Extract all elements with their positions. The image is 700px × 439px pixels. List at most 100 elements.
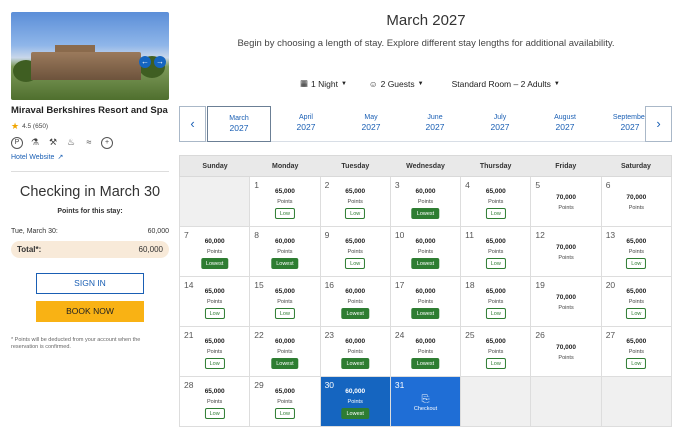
lowest-badge: Lowest <box>411 208 440 219</box>
day-cell[interactable]: 3 60,000 Points Lowest <box>390 177 462 227</box>
month-tab[interactable]: June 2027 <box>403 106 467 142</box>
month-tab[interactable]: March 2027 <box>207 106 271 142</box>
points-label: Points <box>347 349 363 355</box>
day-number: 31 <box>394 380 405 390</box>
prev-month-chevron-icon[interactable]: ‹ <box>179 106 206 142</box>
weekday-label: Tuesday <box>341 163 370 170</box>
month-tab[interactable]: August 2027 <box>533 106 597 142</box>
day-cell[interactable]: 8 60,000 Points Lowest <box>250 227 321 277</box>
day-points: 65,000 <box>626 238 647 245</box>
stay-filters: ▦ 1 Night ▼ ☺ 2 Guests ▼ Standard Room –… <box>300 78 560 89</box>
star-icon: ★ <box>11 121 20 131</box>
day-points: 65,000 <box>345 188 366 195</box>
checkout-marker: ⎘ Checkout <box>391 394 460 412</box>
day-cell[interactable]: 10 60,000 Points Lowest <box>390 227 462 277</box>
day-cell[interactable]: 1 65,000 Points Low <box>250 177 321 227</box>
checkout-day-cell[interactable]: 31 ⎘ Checkout <box>390 377 462 427</box>
points-label: Points <box>277 349 293 355</box>
day-points: 65,000 <box>485 188 506 195</box>
day-cell[interactable]: 28 65,000 Points Low <box>180 377 251 427</box>
sign-in-button[interactable]: SIGN IN <box>36 273 144 294</box>
photo-next-icon[interactable]: → <box>154 56 166 68</box>
total-points: 60,000 <box>138 245 163 254</box>
nights-dropdown[interactable]: ▦ 1 Night ▼ <box>300 78 347 89</box>
building-shape <box>31 52 141 80</box>
day-cell[interactable]: 24 60,000 Points Lowest <box>390 327 462 377</box>
parking-icon: P <box>11 137 23 149</box>
person-icon: ☺ <box>368 78 378 89</box>
month-name: April <box>298 114 313 121</box>
low-badge: Low <box>204 358 225 369</box>
lowest-badge: Lowest <box>341 308 369 319</box>
day-points: 70,000 <box>556 344 576 351</box>
day-points: 65,000 <box>274 188 295 195</box>
points-label: Points <box>558 255 574 261</box>
day-cell[interactable]: 2 65,000 Points Low <box>320 177 391 227</box>
day-cell[interactable]: 25 65,000 Points Low <box>461 327 532 377</box>
day-points: 70,000 <box>556 244 576 251</box>
day-cell[interactable]: 6 70,000 Points <box>601 177 672 227</box>
low-badge: Low <box>626 358 647 369</box>
day-cell[interactable]: 19 70,000 Points <box>531 277 602 327</box>
day-cell[interactable]: 22 60,000 Points Lowest <box>250 327 321 377</box>
day-cell[interactable]: 5 70,000 Points <box>531 177 602 227</box>
room-value: Standard Room – 2 Adults <box>451 78 551 89</box>
day-cell[interactable]: 18 65,000 Points Low <box>461 277 532 327</box>
day-points: 60,000 <box>415 288 436 295</box>
next-month-chevron-icon[interactable]: › <box>645 106 672 142</box>
room-dropdown[interactable]: Standard Room – 2 Adults ▼ <box>452 78 560 89</box>
hotel-panel: ← → Miraval Berkshires Resort and Spa ★ … <box>11 12 169 351</box>
day-cell[interactable]: 15 65,000 Points Low <box>250 277 321 327</box>
points-label: Points <box>206 399 223 405</box>
checkout-label: Checkout <box>413 406 438 412</box>
day-cell[interactable]: 12 70,000 Points <box>531 227 602 277</box>
day-cell[interactable]: 17 60,000 Points Lowest <box>390 277 462 327</box>
day-cell[interactable]: 21 65,000 Points Low <box>180 327 251 377</box>
fitness-icon: ⚒ <box>48 137 58 147</box>
day-points: 60,000 <box>204 238 225 245</box>
day-points: 70,000 <box>556 294 576 301</box>
hotel-website-link[interactable]: Hotel Website ↗ <box>11 153 169 162</box>
low-badge: Low <box>485 308 506 319</box>
day-points: 60,000 <box>415 238 436 245</box>
total-label: Total*: <box>17 245 42 254</box>
caret-down-icon: ▼ <box>340 80 347 87</box>
day-cell[interactable]: 23 60,000 Points Lowest <box>320 327 391 377</box>
points-label: Points <box>277 299 293 305</box>
day-points: 70,000 <box>556 194 576 201</box>
calendar-icon: ▦ <box>300 78 309 88</box>
low-badge: Low <box>626 308 647 319</box>
points-label: Points <box>488 299 504 305</box>
day-cell[interactable]: 26 70,000 Points <box>531 327 602 377</box>
lowest-badge: Lowest <box>271 358 299 369</box>
selected-day-cell[interactable]: 30 60,000 Points Lowest <box>320 377 391 427</box>
month-year: 2027 <box>425 122 445 132</box>
day-points: 60,000 <box>415 338 436 345</box>
photo-prev-icon[interactable]: ← <box>139 56 151 68</box>
day-cell[interactable]: 27 65,000 Points Low <box>601 327 672 377</box>
day-cell[interactable]: 4 65,000 Points Low <box>461 177 532 227</box>
month-tab[interactable]: April 2027 <box>274 106 338 142</box>
day-cell[interactable]: 9 65,000 Points Low <box>320 227 391 277</box>
day-cell[interactable]: 16 60,000 Points Lowest <box>320 277 391 327</box>
points-label: Points <box>347 299 363 305</box>
guests-dropdown[interactable]: ☺ 2 Guests ▼ <box>369 78 424 89</box>
month-tab[interactable]: May 2027 <box>339 106 403 142</box>
month-tab[interactable]: July 2027 <box>468 106 532 142</box>
stay-line-item: Tue, March 30: 60,000 <box>11 228 169 235</box>
day-points: 60,000 <box>274 238 295 245</box>
day-cell[interactable]: 11 65,000 Points Low <box>461 227 532 277</box>
day-points: 65,000 <box>485 338 506 345</box>
day-cell[interactable]: 7 60,000 Points Lowest <box>180 227 251 277</box>
lowest-badge: Lowest <box>200 258 229 269</box>
day-cell[interactable]: 29 65,000 Points Low <box>250 377 321 427</box>
day-cell[interactable]: 13 65,000 Points Low <box>601 227 672 277</box>
day-points: 65,000 <box>204 338 225 345</box>
rating[interactable]: ★ 4.5 (650) <box>11 121 169 132</box>
book-now-button[interactable]: BOOK NOW <box>36 301 144 322</box>
weekday-label: Saturday <box>620 163 651 170</box>
day-cell[interactable]: 20 65,000 Points Low <box>601 277 672 327</box>
day-cell[interactable]: 14 65,000 Points Low <box>180 277 251 327</box>
more-amenities-icon[interactable]: + <box>101 137 113 149</box>
hotel-website-label: Hotel Website <box>11 153 55 161</box>
